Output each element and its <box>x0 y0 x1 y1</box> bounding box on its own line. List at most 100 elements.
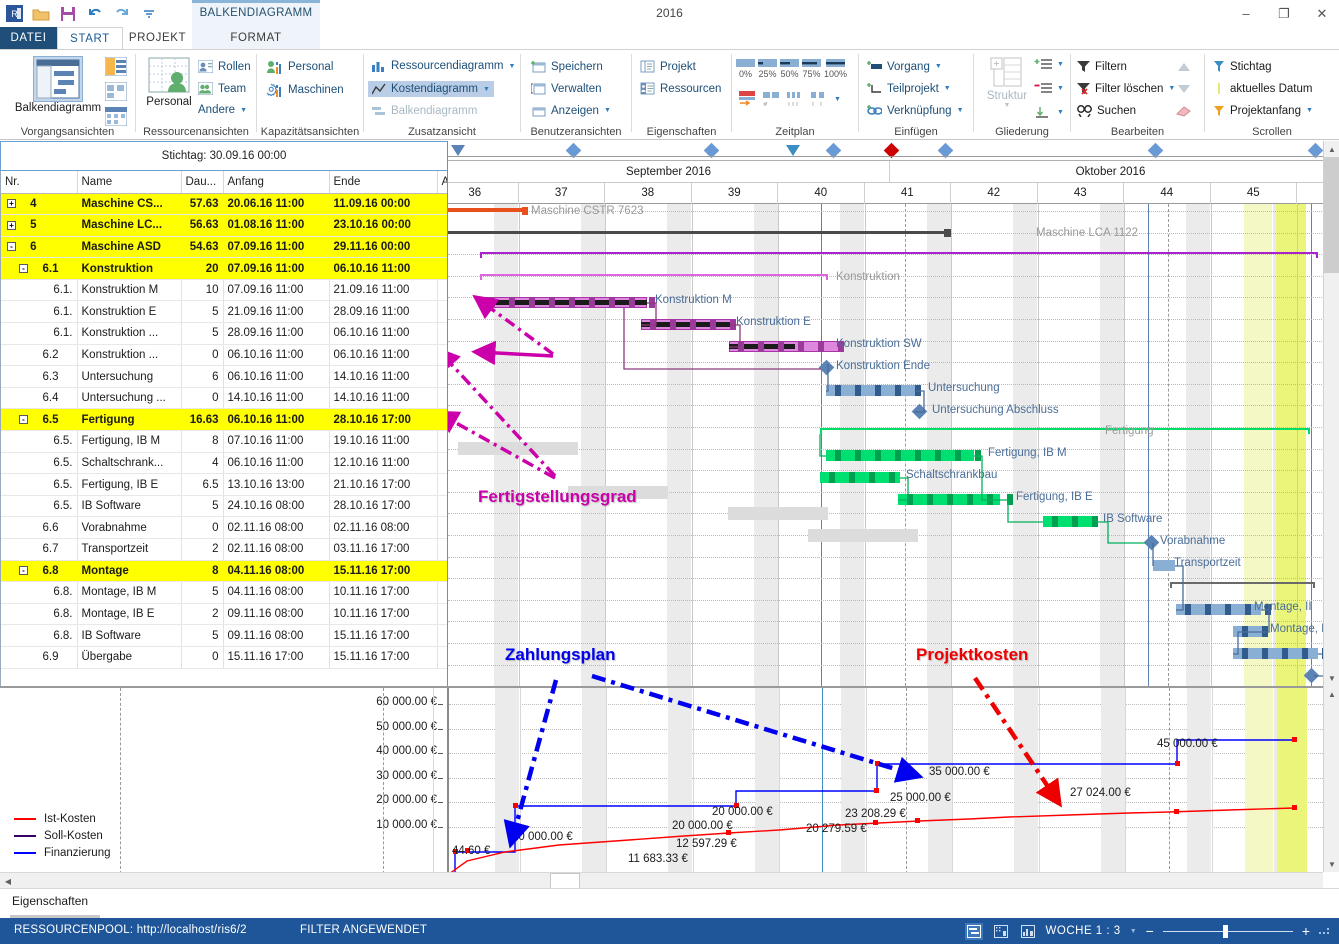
close-button[interactable]: ✕ <box>1311 4 1333 23</box>
table-row[interactable]: 6.5. IB Software 5 24.10.16 08:00 28.10.16 1… <box>1 495 447 518</box>
table-row[interactable]: +5 Maschine LC... 56.63 01.08.16 11:00 23.10… <box>1 214 447 237</box>
table-row[interactable]: 6.8. Montage, IB M 5 04.11.16 08:00 10.11.16… <box>1 581 447 604</box>
table-row[interactable]: 6.9 Übergabe 0 15.11.16 17:00 15.11.16 17:00… <box>1 646 447 669</box>
scroll-up-arrow-icon[interactable]: ▲ <box>1324 141 1339 157</box>
view-resource-icon[interactable] <box>992 923 1010 940</box>
rollen-button[interactable]: Rollen <box>198 60 251 73</box>
col-header-ende[interactable]: Ende <box>329 171 438 194</box>
anzeigen-dropdown[interactable]: Anzeigen ▼ <box>531 104 611 117</box>
gantt-summary-bar[interactable] <box>1170 582 1315 588</box>
table-row[interactable]: 6.8. Montage, IB E 2 09.11.16 08:00 10.11.16… <box>1 603 447 626</box>
resize-grip-icon[interactable] <box>1319 924 1331 939</box>
kapazitaet-personal-button[interactable]: Personal <box>267 60 333 74</box>
minimize-button[interactable]: – <box>1235 4 1257 23</box>
verwalten-button[interactable]: Verwalten <box>531 82 602 95</box>
gantt-summary-bar[interactable] <box>820 428 1310 434</box>
eraser-icon[interactable] <box>1175 105 1193 120</box>
cost-scroll-down-icon[interactable]: ▼ <box>1324 856 1339 872</box>
stichtag-button[interactable]: Stichtag <box>1213 60 1272 73</box>
scroll-down-icon[interactable] <box>1177 83 1191 97</box>
gantt-milestone[interactable] <box>1303 667 1320 684</box>
progress-100-button[interactable]: 100% <box>824 58 847 79</box>
chevron-down-icon[interactable]: ▼ <box>834 96 841 103</box>
progress-75-button[interactable]: 75% <box>802 58 821 79</box>
properties-label[interactable]: Eigenschaften <box>12 894 88 908</box>
outline-indent-row[interactable]: ▼ <box>1034 58 1064 71</box>
table-row[interactable]: +4 Maschine CS... 57.63 20.06.16 11:00 11.09… <box>1 193 447 216</box>
struktur-button[interactable]: Struktur ▼ <box>980 56 1034 109</box>
table-row[interactable]: - 6.8 Montage 8 04.11.16 08:00 15.11.16 17:00… <box>1 560 447 583</box>
table-row[interactable]: - 6.5 Fertigung 16.63 06.10.16 11:00 28.10.16… <box>1 408 447 432</box>
tab-datei[interactable]: DATEI <box>0 27 57 50</box>
col-header-abs[interactable]: Ab... <box>437 171 447 194</box>
row-expander[interactable]: - <box>19 264 28 274</box>
speichern-button[interactable]: Speichern <box>531 60 603 73</box>
team-button[interactable]: Team <box>198 82 246 95</box>
gantt-summary-bar[interactable] <box>480 274 828 280</box>
row-expander[interactable]: - <box>7 242 16 252</box>
zoom-slider-thumb[interactable] <box>1222 925 1228 938</box>
view-variant-1-icon[interactable] <box>105 57 127 76</box>
personal-view-button[interactable]: Personal <box>140 56 198 108</box>
cost-scroll-up-icon[interactable]: ▲ <box>1324 686 1339 702</box>
view-variant-3-icon[interactable] <box>105 107 127 126</box>
outline-outdent-row[interactable]: ▼ <box>1034 82 1064 95</box>
task-table[interactable]: Nr. Name Dau... Anfang Ende Ab... +4Masc… <box>0 171 447 686</box>
table-row[interactable]: 6.4 Untersuchung ... 0 14.10.16 11:00 14.10.… <box>1 387 447 410</box>
table-row[interactable]: - 6.1 Konstruktion 20 07.09.16 11:00 06.10.16… <box>1 257 447 280</box>
gantt-bar-maschine-lca[interactable] <box>448 231 948 234</box>
scroll-up-icon[interactable] <box>1177 61 1191 75</box>
suchen-button[interactable]: Suchen <box>1077 104 1136 117</box>
balkendiagramm-button[interactable]: Balkendiagramm <box>10 56 106 114</box>
gantt-summary-bar[interactable] <box>480 252 1318 258</box>
ressourcen-properties-button[interactable]: Ressourcen <box>640 82 721 95</box>
table-row[interactable]: 6.5. Schaltschrank... 4 06.10.16 11:00 12.10… <box>1 452 447 475</box>
zoom-slider[interactable] <box>1162 923 1293 939</box>
progress-0-button[interactable]: 0% <box>736 58 755 79</box>
table-row[interactable]: -6 Maschine ASD 54.63 07.09.16 11:00 29.11.1… <box>1 236 447 259</box>
col-header-name[interactable]: Name <box>77 171 182 194</box>
zoom-out-button[interactable]: − <box>1146 923 1154 939</box>
hscroll-left-arrow-icon[interactable]: ◀ <box>0 873 16 889</box>
horizontal-scrollbar[interactable]: ◀ <box>0 872 1323 889</box>
projekt-properties-button[interactable]: Projekt <box>640 60 696 73</box>
vorgang-dropdown[interactable]: Vorgang ▼ <box>867 60 942 73</box>
filter-loeschen-dropdown[interactable]: Filter löschen ▼ <box>1077 82 1175 95</box>
gantt-milestone[interactable] <box>1143 534 1160 551</box>
schedule-split-icon[interactable] <box>762 90 780 109</box>
col-header-nr[interactable]: Nr. <box>1 171 78 194</box>
col-header-anfang[interactable]: Anfang <box>223 171 330 194</box>
aktuelles-datum-button[interactable]: aktuelles Datum <box>1213 82 1312 95</box>
kapazitaet-maschinen-button[interactable]: Maschinen <box>267 83 344 97</box>
timeline-marker-3[interactable] <box>786 145 800 156</box>
outline-collapse-row[interactable]: ▼ <box>1034 106 1064 119</box>
projektanfang-dropdown[interactable]: Projektanfang ▼ <box>1213 104 1313 117</box>
table-row[interactable]: 6.1. Konstruktion M 10 07.09.16 11:00 21.09.… <box>1 279 447 302</box>
chevron-down-icon[interactable]: ▼ <box>1057 109 1064 116</box>
teilprojekt-dropdown[interactable]: Teilprojekt ▼ <box>867 82 951 95</box>
table-row[interactable]: 6.3 Untersuchung 6 06.10.16 11:00 14.10.16 1… <box>1 365 447 388</box>
view-variant-2-icon[interactable] <box>105 82 127 101</box>
row-expander[interactable]: + <box>7 199 16 209</box>
gantt-scroll-thumb[interactable] <box>1324 157 1339 273</box>
ressourcendiagramm-dropdown[interactable]: Ressourcendiagramm ▼ <box>372 60 515 72</box>
cost-vscrollbar[interactable]: ▲ ▼ <box>1323 686 1339 872</box>
gantt-chart[interactable]: September 2016Oktober 2016November 36373… <box>447 141 1323 686</box>
chevron-down-icon[interactable]: ▼ <box>1130 928 1137 935</box>
schedule-level-icon[interactable] <box>786 90 804 109</box>
view-cost-icon[interactable] <box>1019 923 1037 940</box>
gantt-bar-transportzeit[interactable] <box>1153 560 1175 571</box>
progress-25-button[interactable]: 25% <box>758 58 777 79</box>
scroll-down-arrow-icon[interactable]: ▼ <box>1324 670 1339 686</box>
chevron-down-icon[interactable]: ▼ <box>1057 61 1064 68</box>
andere-dropdown[interactable]: Andere ▼ <box>198 104 247 116</box>
chevron-down-icon[interactable]: ▼ <box>1057 85 1064 92</box>
table-row[interactable]: 6.7 Transportzeit 2 02.11.16 08:00 03.11.16 … <box>1 538 447 561</box>
table-row[interactable]: 6.1. Konstruktion ... 5 28.09.16 11:00 06.10… <box>1 322 447 345</box>
gantt-bar-lca-end[interactable] <box>944 229 951 237</box>
row-expander[interactable]: - <box>19 415 28 425</box>
row-expander[interactable]: - <box>19 566 28 576</box>
gantt-bar-maschine-cstr[interactable] <box>448 208 526 212</box>
gantt-bar-cstr-end[interactable] <box>522 207 528 215</box>
kostendiagramm-dropdown[interactable]: Kostendiagramm ▼ <box>368 81 494 97</box>
